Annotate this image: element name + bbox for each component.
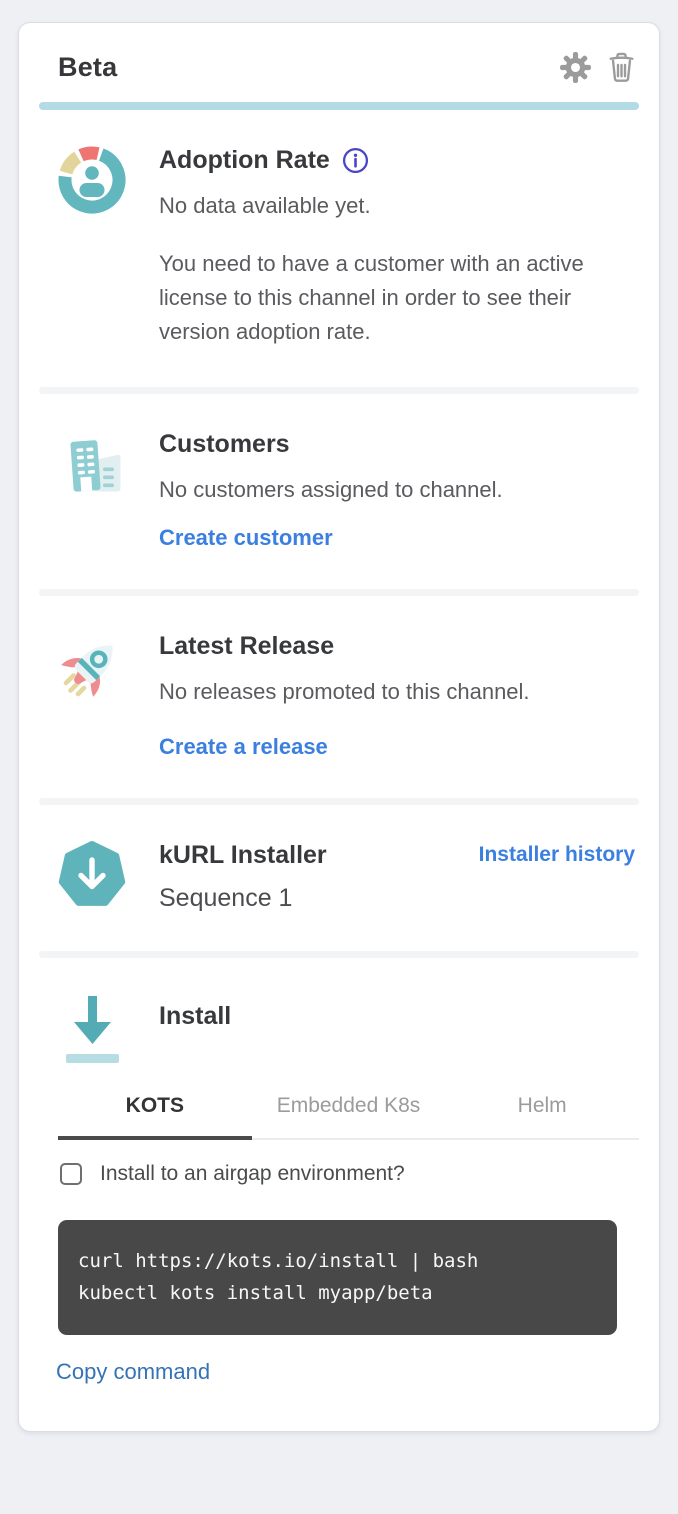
create-release-link[interactable]: Create a release — [159, 734, 328, 760]
trash-icon[interactable] — [606, 51, 637, 84]
section-latest-release: Latest Release No releases promoted to t… — [39, 596, 639, 797]
install-content: Install — [159, 994, 637, 1031]
info-icon[interactable] — [342, 147, 369, 174]
rocket-icon — [58, 632, 126, 700]
adoption-content: Adoption Rate No data available yet. You… — [159, 146, 637, 349]
adoption-title: Adoption Rate — [159, 146, 330, 175]
adoption-donut-user-icon — [58, 146, 126, 214]
airgap-row: Install to an airgap environment? — [60, 1162, 639, 1186]
section-customers: Customers No customers assigned to chann… — [39, 394, 639, 589]
installer-history-link[interactable]: Installer history — [479, 843, 635, 867]
section-divider — [39, 387, 639, 394]
section-kurl-installer: kURL Installer Installer history Sequenc… — [39, 805, 639, 951]
channel-actions — [559, 51, 637, 84]
command-line: kubectl kots install myapp/beta — [78, 1282, 433, 1304]
kurl-sequence: Sequence 1 — [159, 884, 637, 913]
airgap-label[interactable]: Install to an airgap environment? — [100, 1162, 405, 1186]
kurl-heptagon-download-icon — [58, 841, 126, 909]
adoption-empty-message: No data available yet. — [159, 189, 637, 223]
adoption-description: You need to have a customer with an acti… — [159, 247, 629, 349]
gear-icon[interactable] — [559, 51, 592, 84]
buildings-icon — [58, 430, 126, 498]
release-content: Latest Release No releases promoted to t… — [159, 632, 637, 759]
tab-kots[interactable]: KOTS — [58, 1084, 252, 1140]
tab-embedded-k8s[interactable]: Embedded K8s — [252, 1084, 446, 1140]
section-divider — [39, 951, 639, 958]
copy-command-link[interactable]: Copy command — [56, 1359, 210, 1385]
install-tabs: KOTS Embedded K8s Helm — [58, 1084, 639, 1140]
airgap-checkbox[interactable] — [60, 1163, 82, 1185]
channel-card-header: Beta — [39, 23, 639, 102]
install-command-block: curl https://kots.io/install | bash kube… — [58, 1220, 617, 1336]
kurl-content: kURL Installer Installer history Sequenc… — [159, 841, 637, 913]
customers-content: Customers No customers assigned to chann… — [159, 430, 637, 551]
release-title: Latest Release — [159, 632, 637, 661]
kurl-title: kURL Installer — [159, 841, 327, 870]
release-empty-message: No releases promoted to this channel. — [159, 675, 637, 709]
download-arrow-icon — [58, 994, 126, 1062]
section-divider — [39, 589, 639, 596]
tab-helm[interactable]: Helm — [445, 1084, 639, 1140]
create-customer-link[interactable]: Create customer — [159, 525, 333, 551]
section-install: Install — [39, 958, 639, 1084]
install-title: Install — [159, 1002, 637, 1031]
customers-empty-message: No customers assigned to channel. — [159, 473, 637, 507]
channel-accent-bar — [39, 102, 639, 110]
channel-card: Beta — [18, 22, 660, 1432]
customers-title: Customers — [159, 430, 637, 459]
section-divider — [39, 798, 639, 805]
channel-title: Beta — [58, 52, 117, 83]
command-line: curl https://kots.io/install | bash — [78, 1250, 478, 1272]
section-adoption-rate: Adoption Rate No data available yet. You… — [39, 110, 639, 387]
